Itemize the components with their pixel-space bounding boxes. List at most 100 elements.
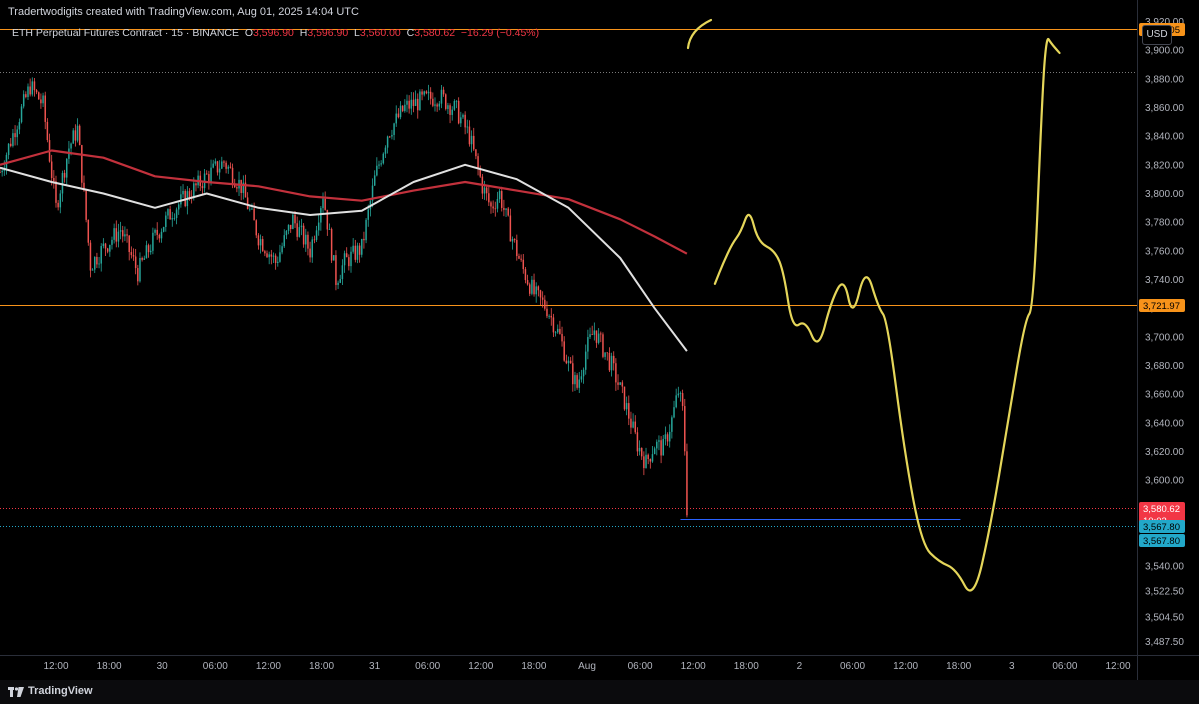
y-tick-label: 3,620.00 bbox=[1145, 447, 1184, 458]
y-tick-label: 3,820.00 bbox=[1145, 160, 1184, 171]
candle-body bbox=[406, 100, 408, 105]
tradingview-brand: TradingView bbox=[28, 685, 93, 697]
candle-body bbox=[636, 432, 639, 452]
candle-body bbox=[132, 255, 135, 257]
candle-body bbox=[468, 126, 471, 145]
candle-body bbox=[619, 382, 621, 385]
candle-body bbox=[410, 99, 413, 109]
candle-body bbox=[98, 263, 100, 265]
candle-body bbox=[436, 104, 438, 107]
candle-body bbox=[500, 191, 503, 208]
candle-body bbox=[343, 253, 346, 266]
candle-body bbox=[365, 219, 367, 241]
candle-body bbox=[574, 375, 576, 385]
candle-body bbox=[335, 255, 337, 285]
candle-body bbox=[427, 91, 430, 94]
x-tick-label: 06:00 bbox=[840, 661, 865, 672]
price-axis[interactable]: 3,487.503,504.503,522.503,540.003,560.00… bbox=[1137, 0, 1199, 680]
low-value: 3,560.00 bbox=[359, 27, 401, 39]
candle-body bbox=[231, 167, 234, 185]
candle-body bbox=[158, 234, 161, 239]
candle-body bbox=[76, 125, 79, 141]
price-chart[interactable]: 3,487.50 3,504.50 3,522.50 3,540.00 3,560.00… bbox=[0, 0, 1199, 680]
candle-body bbox=[376, 165, 378, 176]
candle-body bbox=[227, 166, 230, 169]
candle-body bbox=[528, 284, 531, 294]
candle-body bbox=[507, 208, 509, 216]
candle-body bbox=[63, 172, 66, 178]
candle-body bbox=[160, 231, 163, 239]
candle-body bbox=[253, 208, 255, 221]
candle-body bbox=[259, 239, 262, 246]
candle-body bbox=[274, 255, 277, 263]
candle-body bbox=[498, 191, 501, 200]
candle-body bbox=[255, 220, 258, 236]
x-tick-label: 12:00 bbox=[43, 661, 68, 672]
candle-body bbox=[582, 369, 585, 377]
x-tick-label: 18:00 bbox=[734, 661, 759, 672]
candle-body bbox=[554, 332, 557, 334]
candle-body bbox=[236, 187, 238, 189]
candle-body bbox=[106, 248, 109, 252]
candle-body bbox=[513, 238, 516, 240]
candle-body bbox=[494, 208, 497, 210]
candle-body bbox=[339, 279, 341, 283]
y-tick-label: 3,487.50 bbox=[1145, 637, 1184, 648]
candle-body bbox=[149, 250, 152, 253]
candle-body bbox=[29, 86, 31, 95]
currency-button[interactable]: USD bbox=[1142, 25, 1172, 45]
candle-body bbox=[117, 231, 120, 242]
candle-body bbox=[401, 105, 404, 112]
candle-body bbox=[221, 161, 223, 169]
y-tick-label: 3,800.00 bbox=[1145, 189, 1184, 200]
candle-body bbox=[31, 81, 34, 95]
y-tick-label: 3,522.50 bbox=[1145, 587, 1184, 598]
y-tick-label: 3,760.00 bbox=[1145, 246, 1184, 257]
candle-body bbox=[201, 186, 204, 189]
candle-body bbox=[373, 175, 376, 186]
x-tick-label: 06:00 bbox=[1052, 661, 1077, 672]
candle-body bbox=[423, 91, 425, 95]
candle-body bbox=[162, 226, 165, 232]
candle-body bbox=[0, 171, 1, 173]
candle-body bbox=[634, 421, 637, 433]
candle-body bbox=[569, 360, 572, 364]
candle-body bbox=[658, 440, 660, 442]
candle-body bbox=[294, 214, 296, 224]
candle-body bbox=[42, 95, 44, 104]
x-tick-label: 18:00 bbox=[946, 661, 971, 672]
candle-body bbox=[640, 447, 643, 457]
candle-body bbox=[59, 193, 62, 208]
candle-body bbox=[404, 104, 406, 112]
candle-body bbox=[311, 239, 313, 258]
y-tick-label: 3,900.00 bbox=[1145, 46, 1184, 57]
candle-body bbox=[516, 239, 518, 256]
candle-body bbox=[208, 174, 210, 182]
x-tick-label: 30 bbox=[157, 661, 169, 672]
candle-body bbox=[22, 94, 25, 107]
candle-body bbox=[457, 100, 460, 124]
x-tick-label: 06:00 bbox=[415, 661, 440, 672]
candle-body bbox=[608, 352, 611, 371]
candle-body bbox=[460, 117, 462, 124]
candle-body bbox=[188, 191, 191, 198]
candle-body bbox=[677, 393, 680, 396]
candle-body bbox=[617, 382, 619, 385]
candle-body bbox=[322, 198, 324, 209]
candle-body bbox=[305, 234, 307, 245]
candle-body bbox=[399, 105, 402, 118]
x-tick-label: 31 bbox=[369, 661, 381, 672]
candle-body bbox=[591, 334, 593, 336]
candle-body bbox=[180, 194, 182, 205]
x-tick-label: 12:00 bbox=[1105, 661, 1130, 672]
candle-body bbox=[414, 98, 417, 106]
candle-body bbox=[147, 245, 150, 253]
x-tick-label: 12:00 bbox=[681, 661, 706, 672]
candle-body bbox=[470, 135, 473, 145]
candle-body bbox=[645, 454, 647, 469]
candle-body bbox=[141, 257, 143, 260]
candle-body bbox=[289, 224, 292, 230]
candle-body bbox=[593, 330, 596, 335]
candle-body bbox=[382, 153, 385, 164]
candle-body bbox=[660, 440, 662, 456]
